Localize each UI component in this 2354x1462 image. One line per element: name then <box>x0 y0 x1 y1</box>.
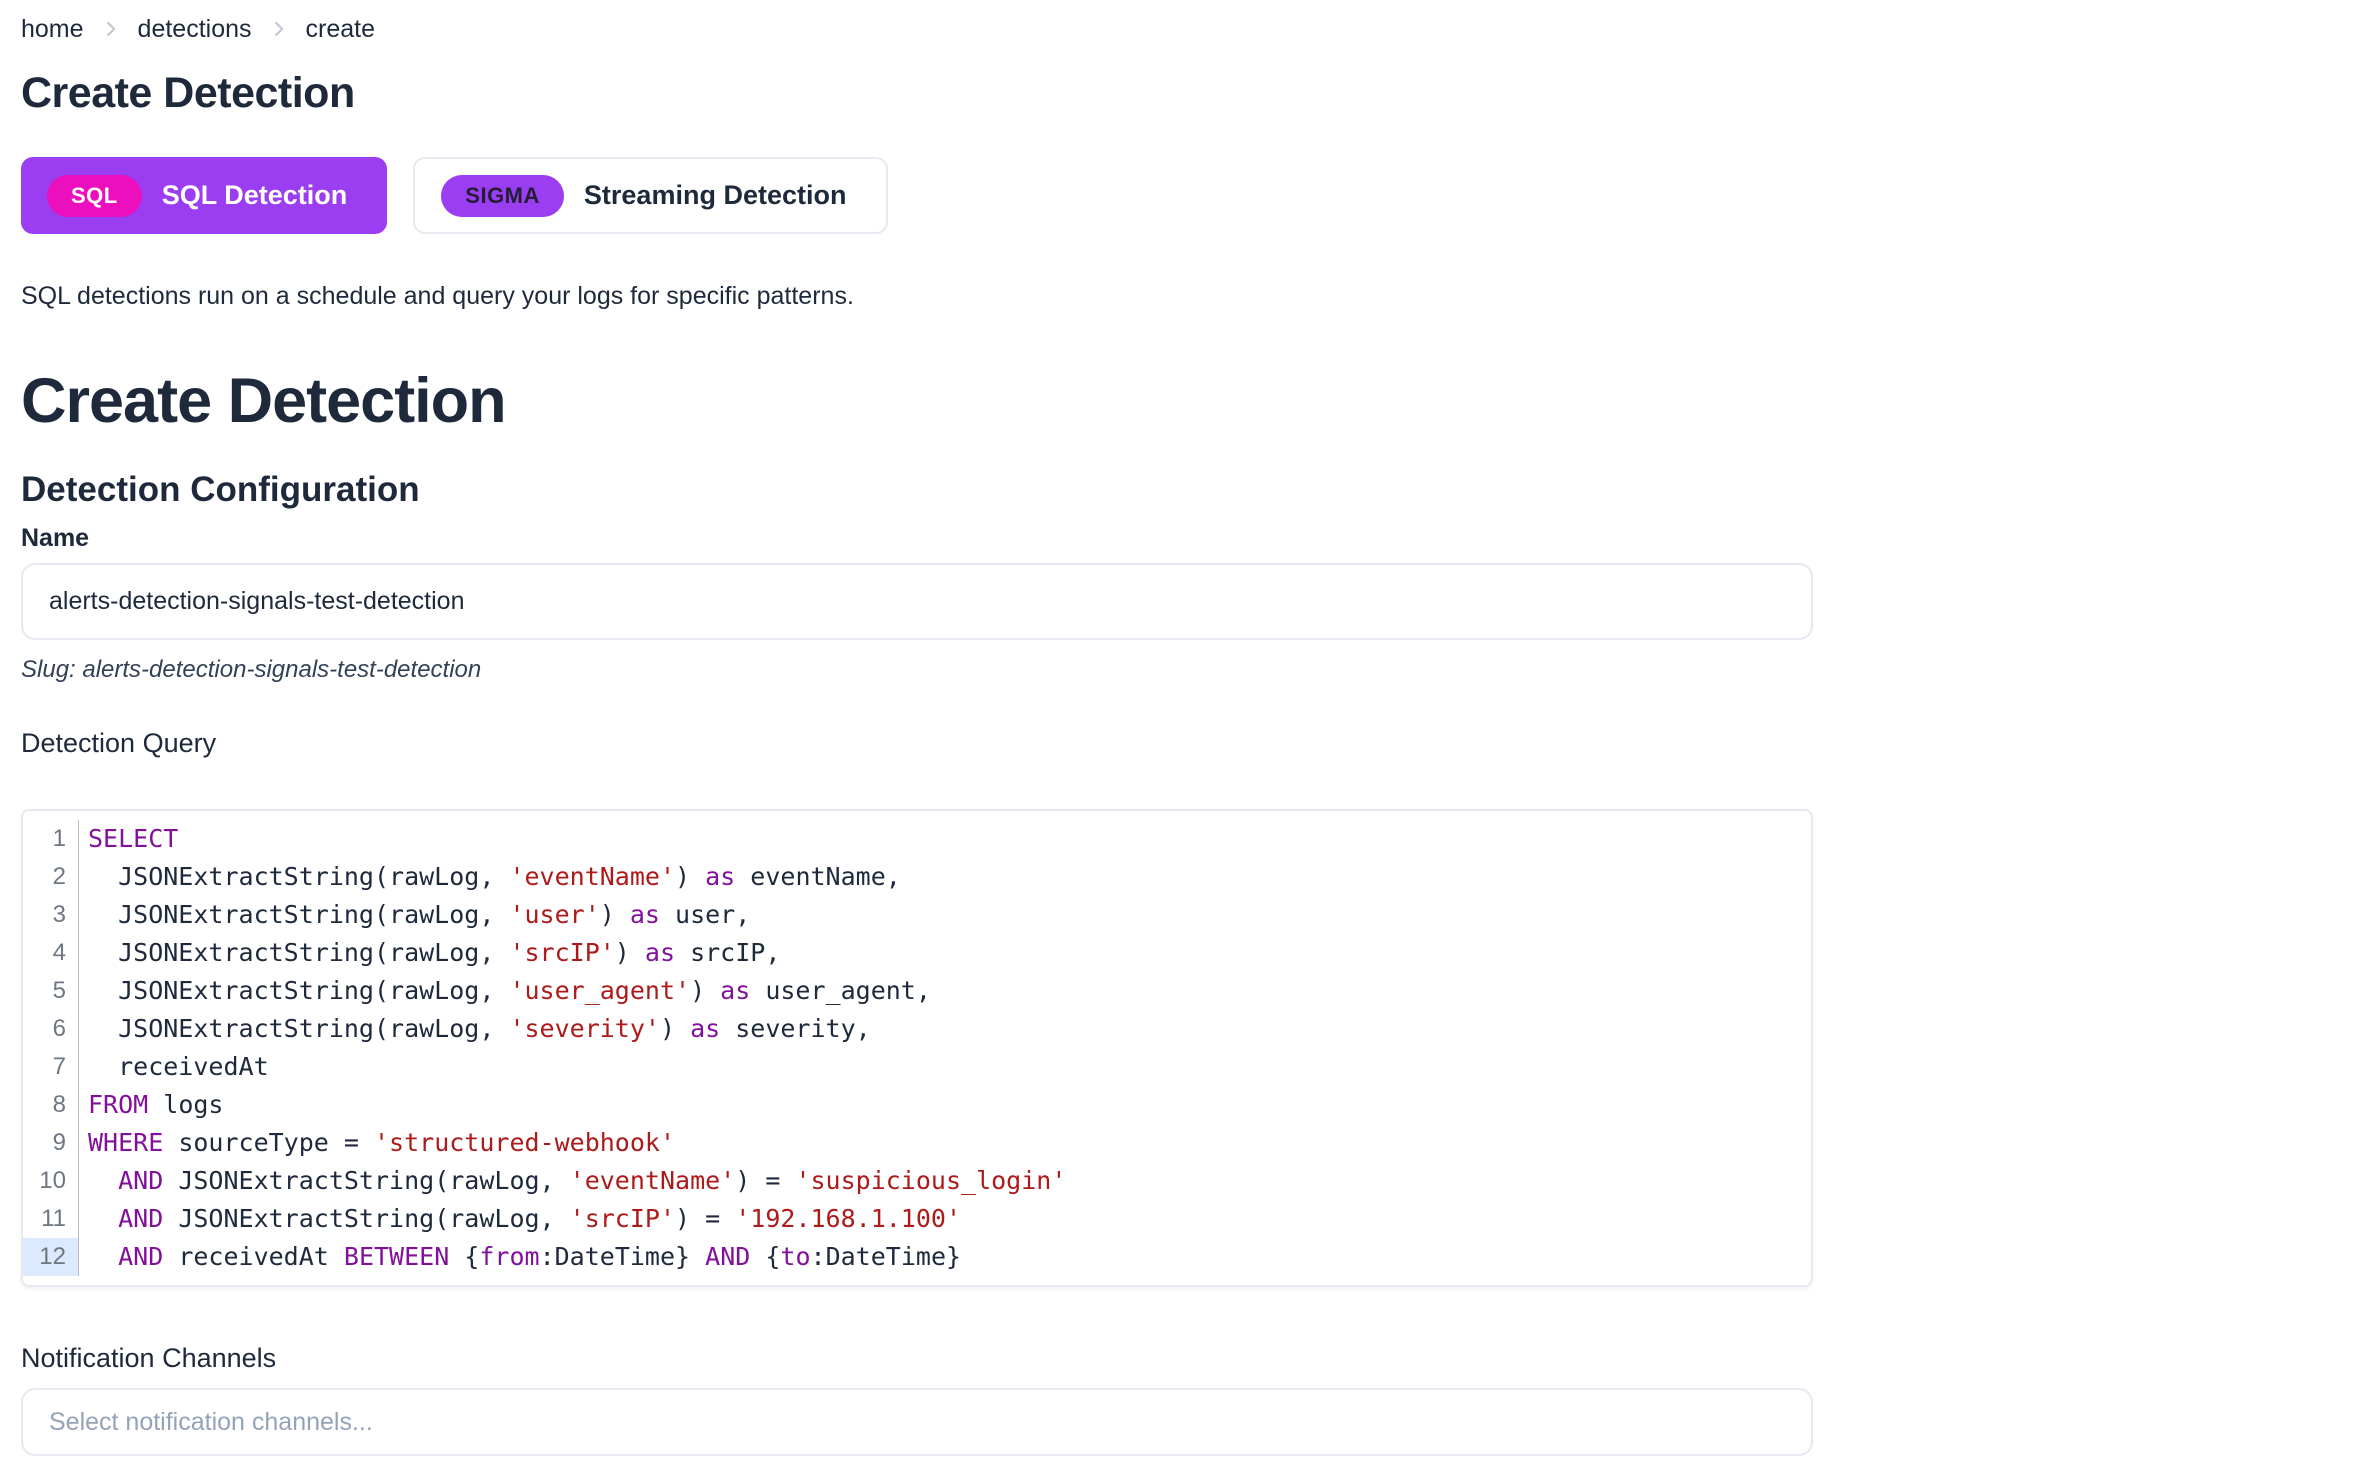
notification-channels-input[interactable] <box>21 1388 1813 1456</box>
name-label: Name <box>21 524 1813 553</box>
notification-channels-label: Notification Channels <box>21 1343 1813 1374</box>
detection-query-label: Detection Query <box>21 728 1813 759</box>
detection-type-selector: SQL SQL Detection SIGMA Streaming Detect… <box>21 157 1813 234</box>
sigma-badge: SIGMA <box>441 175 564 217</box>
line-number: 4 <box>23 934 79 972</box>
code-line: 4 JSONExtractString(rawLog, 'srcIP') as … <box>23 934 1811 972</box>
code-line: 3 JSONExtractString(rawLog, 'user') as u… <box>23 896 1811 934</box>
line-number: 2 <box>23 858 79 896</box>
code-line: 8FROM logs <box>23 1086 1811 1124</box>
page-title: Create Detection <box>21 70 1813 117</box>
code-line: 10 AND JSONExtractString(rawLog, 'eventN… <box>23 1162 1811 1200</box>
form-heading: Create Detection <box>21 367 1813 436</box>
line-number: 9 <box>23 1124 79 1162</box>
line-number: 11 <box>23 1200 79 1238</box>
breadcrumb-create[interactable]: create <box>306 14 375 44</box>
code-line: 6 JSONExtractString(rawLog, 'severity') … <box>23 1010 1811 1048</box>
code-line: 9WHERE sourceType = 'structured-webhook' <box>23 1124 1811 1162</box>
sql-query-editor[interactable]: 1SELECT2 JSONExtractString(rawLog, 'even… <box>21 809 1813 1287</box>
name-input[interactable] <box>21 563 1813 640</box>
line-number: 3 <box>23 896 79 934</box>
breadcrumb-detections[interactable]: detections <box>138 14 252 44</box>
detection-configuration-heading: Detection Configuration <box>21 470 1813 510</box>
code-line: 12 AND receivedAt BETWEEN {from:DateTime… <box>23 1238 1811 1276</box>
chevron-right-icon <box>100 18 122 40</box>
line-number: 10 <box>23 1162 79 1200</box>
detection-type-description: SQL detections run on a schedule and que… <box>21 280 1813 313</box>
line-number: 12 <box>23 1238 79 1276</box>
line-number: 6 <box>23 1010 79 1048</box>
line-number: 8 <box>23 1086 79 1124</box>
code-line: 5 JSONExtractString(rawLog, 'user_agent'… <box>23 972 1811 1010</box>
code-line: 2 JSONExtractString(rawLog, 'eventName')… <box>23 858 1811 896</box>
breadcrumb: home detections create <box>21 14 1813 44</box>
chevron-right-icon <box>268 18 290 40</box>
sql-badge: SQL <box>47 175 142 217</box>
slug-text: Slug: alerts-detection-signals-test-dete… <box>21 656 1813 684</box>
sql-detection-button[interactable]: SQL SQL Detection <box>21 157 387 234</box>
code-line: 1SELECT <box>23 820 1811 858</box>
streaming-detection-button[interactable]: SIGMA Streaming Detection <box>413 157 888 234</box>
streaming-detection-label: Streaming Detection <box>584 180 847 211</box>
line-number: 5 <box>23 972 79 1010</box>
create-detection-page: home detections create Create Detection … <box>0 0 1813 1456</box>
line-number: 1 <box>23 820 79 858</box>
sql-detection-label: SQL Detection <box>162 180 348 211</box>
code-line: 7 receivedAt <box>23 1048 1811 1086</box>
line-number: 7 <box>23 1048 79 1086</box>
code-line: 11 AND JSONExtractString(rawLog, 'srcIP'… <box>23 1200 1811 1238</box>
breadcrumb-home[interactable]: home <box>21 14 84 44</box>
